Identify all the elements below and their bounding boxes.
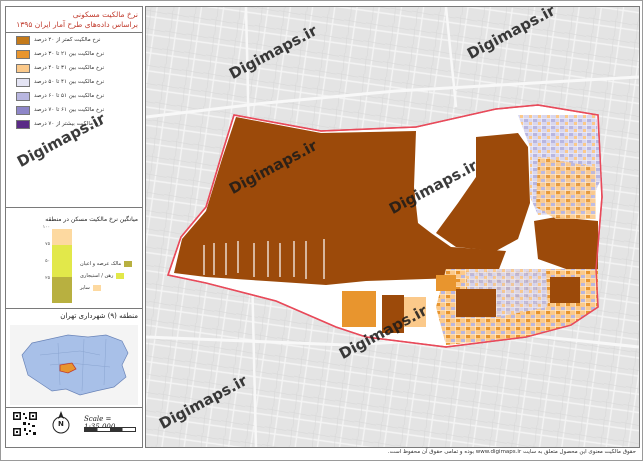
map-svg (146, 7, 639, 447)
parcels-east (536, 157, 596, 219)
chart-legend-other: سایر (80, 284, 138, 292)
chart-bar-owner (52, 277, 72, 303)
block-brown (550, 277, 580, 303)
legend-swatch (16, 92, 30, 101)
main-map[interactable]: Digimaps.ir Digimaps.ir Digimaps.ir Digi… (145, 6, 640, 448)
chart-tick: ۲۵ (45, 276, 50, 281)
block-brown (456, 289, 496, 317)
qr-code-icon (12, 411, 38, 437)
legend-swatch (16, 50, 30, 59)
legend-subtitle: براساس داده‌های طرح آمار ایران ۱۳۹۵ (16, 20, 138, 29)
chart-bar-other (52, 229, 72, 245)
chart-title: میانگین نرخ مالکیت مسکن در منطقه (45, 216, 138, 223)
legend-item: نرخ مالکیت بین ۵۱ تا ۶۰ درصد (16, 92, 138, 102)
legend-item: نرخ مالکیت بین ۳۱ تا ۴۰ درصد (16, 64, 138, 74)
divider (6, 407, 142, 408)
chart-tick: ۱۰۰ (42, 225, 50, 230)
legend-label: نرخ مالکیت بین ۶۱ تا ۷۰ درصد (34, 107, 105, 113)
legend-label: نرخ مالکیت کمتر از ۲۰ درصد (34, 37, 101, 43)
divider (6, 32, 142, 33)
legend-swatch (16, 64, 30, 73)
legend-title: نرخ مالکیت مسکونی (72, 10, 138, 19)
divider (6, 207, 142, 208)
legend-label: نرخ مالکیت بین ۲۱ تا ۳۰ درصد (34, 51, 105, 57)
chart-bar-rent (52, 245, 72, 277)
scale-bar (84, 427, 136, 432)
legend-swatch (16, 106, 30, 115)
legend-item: نرخ مالکیت بین ۲۱ تا ۳۰ درصد (16, 50, 138, 60)
legend-panel: نرخ مالکیت مسکونی براساس داده‌های طرح آم… (5, 6, 143, 448)
legend-item: نرخ مالکیت بین ۶۱ تا ۷۰ درصد (16, 106, 138, 116)
footer-copyright: حقوق مالکیت معنوی این محصول متعلق به سای… (387, 449, 636, 455)
legend-label: نرخ مالکیت بین ۴۱ تا ۵۰ درصد (34, 79, 105, 85)
legend-item: نرخ مالکیت کمتر از ۲۰ درصد (16, 36, 138, 46)
chart-legend-rent: رهن / استیجاری (80, 272, 138, 280)
legend-label: نرخ مالکیت بین ۳۱ تا ۴۰ درصد (34, 65, 105, 71)
north-label: N (58, 420, 64, 428)
chart-legend-owner: مالک عرصه و اعیان (80, 260, 138, 268)
legend-swatch (16, 120, 30, 129)
location-title: منطقه (۹) شهرداری تهران (60, 312, 138, 320)
legend-swatch (16, 78, 30, 87)
legend-item: نرخ مالکیت بین ۴۱ تا ۵۰ درصد (16, 78, 138, 88)
block-orange (342, 291, 376, 327)
chart-tick: ۷۵ (45, 242, 50, 247)
block-orange (436, 275, 456, 291)
location-inset-map (10, 325, 138, 405)
chart-tick: ۵۰ (45, 259, 50, 264)
divider (6, 308, 142, 309)
legend-swatch (16, 36, 30, 45)
legend-label: نرخ مالکیت بین ۵۱ تا ۶۰ درصد (34, 93, 105, 99)
